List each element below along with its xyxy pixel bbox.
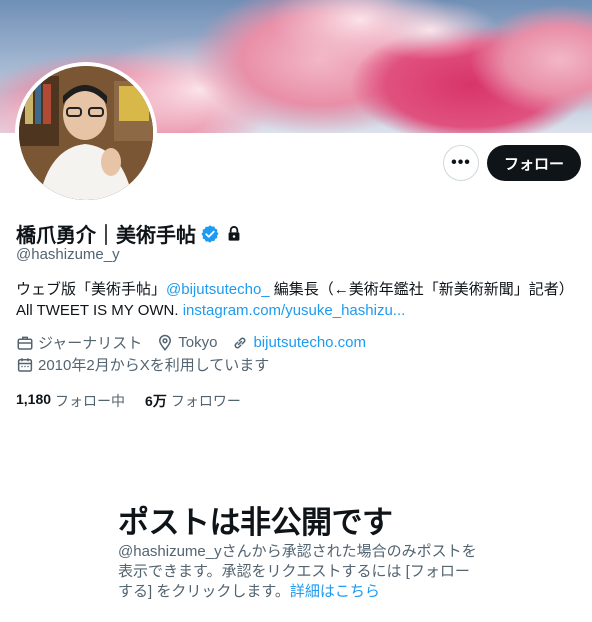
more-options-button[interactable]: ••• xyxy=(443,145,479,181)
followers-count: 6万 xyxy=(145,393,167,409)
joined-text: 2010年2月からXを利用しています xyxy=(38,357,270,374)
profile-bio: ウェブ版「美術手帖」@bijutsutecho_ 編集長（←美術年鑑社「新美術新… xyxy=(16,279,582,321)
name-row: 橋爪勇介｜美術手帖 xyxy=(16,219,244,248)
joined-item: 2010年2月からXを利用しています xyxy=(16,354,269,375)
bio-text-1: ウェブ版「美術手帖」 xyxy=(16,281,167,298)
more-options-label: ••• xyxy=(451,154,471,171)
following-stat[interactable]: 1,180 フォロー中 xyxy=(16,391,125,411)
profile-avatar[interactable] xyxy=(15,62,157,204)
profile-meta: ジャーナリスト Tokyo bijutsutecho.com xyxy=(16,332,380,353)
link-icon xyxy=(231,334,249,352)
lock-icon xyxy=(224,224,244,244)
bio-text-2: 編集長（←美術年鑑社「新美術新聞」記者） xyxy=(269,281,574,298)
private-notice-title: ポストは非公開です xyxy=(118,505,393,540)
location-item: Tokyo xyxy=(156,334,217,352)
profession-text: ジャーナリスト xyxy=(38,335,143,352)
following-count: 1,180 xyxy=(16,391,52,407)
private-notice-description: @hashizume_yさんから承認された場合のみポストを表示できます。承認をリ… xyxy=(118,542,478,602)
avatar-photo xyxy=(19,66,153,200)
website-link[interactable]: bijutsutecho.com xyxy=(253,334,366,351)
profile-handle: @hashizume_y xyxy=(16,246,120,263)
website-item[interactable]: bijutsutecho.com xyxy=(231,334,366,352)
location-text: Tokyo xyxy=(178,334,218,351)
profile-stats: 1,180 フォロー中 6万 フォロワー xyxy=(16,391,261,411)
profile-meta-joined: 2010年2月からXを利用しています xyxy=(16,354,283,375)
bio-instagram-link[interactable]: instagram.com/yusuke_hashizu... xyxy=(183,302,406,319)
location-pin-icon xyxy=(156,334,174,352)
followers-label: フォロワー xyxy=(170,393,241,409)
learn-more-link[interactable]: 詳細はこちら xyxy=(290,583,380,600)
display-name: 橋爪勇介｜美術手帖 xyxy=(16,225,196,247)
profession-item: ジャーナリスト xyxy=(16,332,142,353)
briefcase-icon xyxy=(16,334,34,352)
following-label: フォロー中 xyxy=(55,393,126,409)
bio-mention-link[interactable]: @bijutsutecho_ xyxy=(166,281,270,298)
followers-stat[interactable]: 6万 フォロワー xyxy=(145,391,241,411)
follow-button[interactable]: フォロー xyxy=(487,145,581,181)
follow-button-label: フォロー xyxy=(503,155,564,173)
verified-badge-icon[interactable] xyxy=(200,224,220,244)
bio-text-3: All TWEET IS MY OWN. xyxy=(16,302,183,319)
calendar-icon xyxy=(16,356,34,374)
